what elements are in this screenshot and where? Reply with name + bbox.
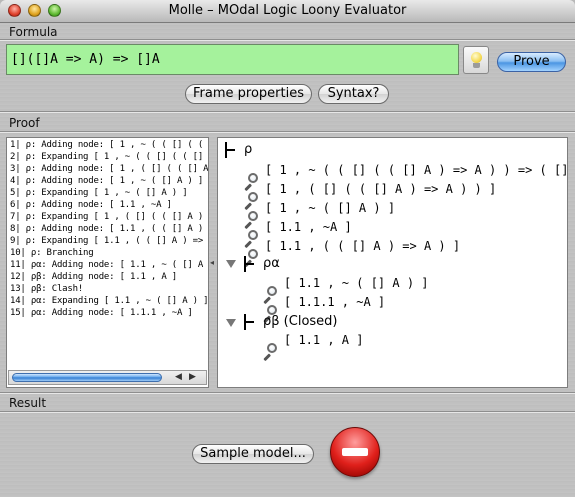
result-separator	[0, 411, 575, 413]
magnifier-icon[interactable]	[242, 191, 262, 211]
log-line: 2| ρ: Expanding [ 1 , ~ ( ( [] ( ( [] A …	[10, 152, 208, 162]
log-line: 15| ρα: Adding node: [ 1.1.1 , ~A ]	[10, 308, 193, 318]
turnstile-icon	[244, 314, 254, 330]
magnifier-icon[interactable]	[242, 210, 262, 230]
log-line: 1| ρ: Adding node: [ 1 , ~ ( ( [] ( ( []…	[10, 140, 208, 150]
split-view-divider[interactable]: ◂	[209, 140, 217, 389]
branch-label-root[interactable]: ρ	[244, 142, 252, 157]
proof-separator	[0, 131, 575, 133]
tree-node[interactable]: [ 1.1 , ~A ]	[265, 220, 352, 234]
log-line: 11| ρα: Adding node: [ 1.1 , ~ ( [] A ) …	[10, 260, 209, 270]
formula-input[interactable]: []([]A => A) => []A	[6, 44, 459, 75]
branch-label-alpha[interactable]: ρα	[263, 256, 280, 271]
stop-sign-icon	[330, 427, 380, 477]
section-label-result: Result	[9, 396, 47, 410]
log-line: 8| ρ: Adding node: [ 1.1 , ( ( [] A ) =>…	[10, 224, 208, 234]
section-label-proof: Proof	[9, 116, 40, 130]
log-line: 9| ρ: Expanding [ 1.1 , ( ( [] A ) => A …	[10, 236, 208, 246]
log-line: 13| ρβ: Clash!	[10, 284, 84, 294]
log-line: 7| ρ: Expanding [ 1 , ( [] ( ( [] A ) =>…	[10, 212, 208, 222]
turnstile-icon	[225, 142, 235, 158]
log-line: 12| ρβ: Adding node: [ 1.1 , A ]	[10, 272, 177, 282]
magnifier-icon[interactable]	[261, 285, 281, 305]
tree-node[interactable]: [ 1 , ~ ( [] A ) ]	[265, 201, 395, 215]
scrollbar-thumb[interactable]	[12, 373, 162, 382]
branch-label-beta[interactable]: ρβ (Closed)	[263, 314, 338, 329]
log-line: 3| ρ: Adding node: [ 1 , ( [] ( ( [] A )…	[10, 164, 209, 174]
log-line: 10| ρ: Branching	[10, 248, 94, 258]
tree-node[interactable]: [ 1 , ~ ( ( [] ( ( [] A ) => A ) ) => ( …	[265, 163, 567, 177]
title-bar[interactable]: Molle – MOdal Logic Loony Evaluator	[0, 0, 575, 23]
tree-node[interactable]: [ 1.1 , ( ( [] A ) => A ) ]	[265, 239, 460, 253]
disclosure-triangle-icon[interactable]	[226, 260, 236, 268]
sample-model-button[interactable]: Sample model...	[192, 444, 314, 464]
log-line: 14| ρα: Expanding [ 1.1 , ~ ( [] A ) ]	[10, 296, 209, 306]
turnstile-icon	[244, 256, 254, 272]
tree-node[interactable]: [ 1.1.1 , ~A ]	[284, 295, 385, 309]
log-line: 4| ρ: Adding node: [ 1 , ~ ( [] A ) ]	[10, 176, 204, 186]
splitter-arrow-icon: ◂	[210, 258, 215, 267]
window-title: Molle – MOdal Logic Loony Evaluator	[168, 3, 407, 18]
magnifier-icon[interactable]	[242, 229, 262, 249]
formula-separator	[0, 39, 575, 41]
log-line: 5| ρ: Expanding [ 1 , ~ ( [] A ) ]	[10, 188, 188, 198]
tree-node[interactable]: [ 1 , ( [] ( ( [] A ) => A ) ) ]	[265, 182, 496, 196]
magnifier-icon[interactable]	[242, 172, 262, 192]
scroll-right-icon[interactable]: ▶	[189, 371, 196, 384]
prove-button[interactable]: Prove	[497, 52, 566, 72]
tree-node[interactable]: [ 1.1 , ~ ( [] A ) ]	[284, 276, 429, 290]
hint-button[interactable]	[463, 46, 489, 74]
proof-log-panel[interactable]: 1| ρ: Adding node: [ 1 , ~ ( ( [] ( ( []…	[6, 137, 209, 388]
result-top-separator	[0, 392, 575, 394]
scroll-left-icon[interactable]: ◀	[175, 371, 182, 384]
log-line: 6| ρ: Adding node: [ 1.1 , ~A ]	[10, 200, 172, 210]
section-label-formula: Formula	[9, 25, 58, 39]
tree-node[interactable]: [ 1.1 , A ]	[284, 333, 363, 347]
proof-tree-panel[interactable]: ρ [ 1 , ~ ( ( [] ( ( [] A ) => A ) ) => …	[217, 137, 568, 388]
disclosure-triangle-icon[interactable]	[226, 319, 236, 327]
magnifier-icon[interactable]	[261, 342, 281, 362]
log-horizontal-scrollbar[interactable]: ◀ ▶	[8, 370, 207, 385]
frame-properties-button[interactable]: Frame properties	[185, 84, 312, 104]
proof-top-separator	[0, 111, 575, 113]
app-window: Molle – MOdal Logic Loony Evaluator Form…	[0, 0, 575, 497]
syntax-button[interactable]: Syntax?	[318, 84, 389, 104]
